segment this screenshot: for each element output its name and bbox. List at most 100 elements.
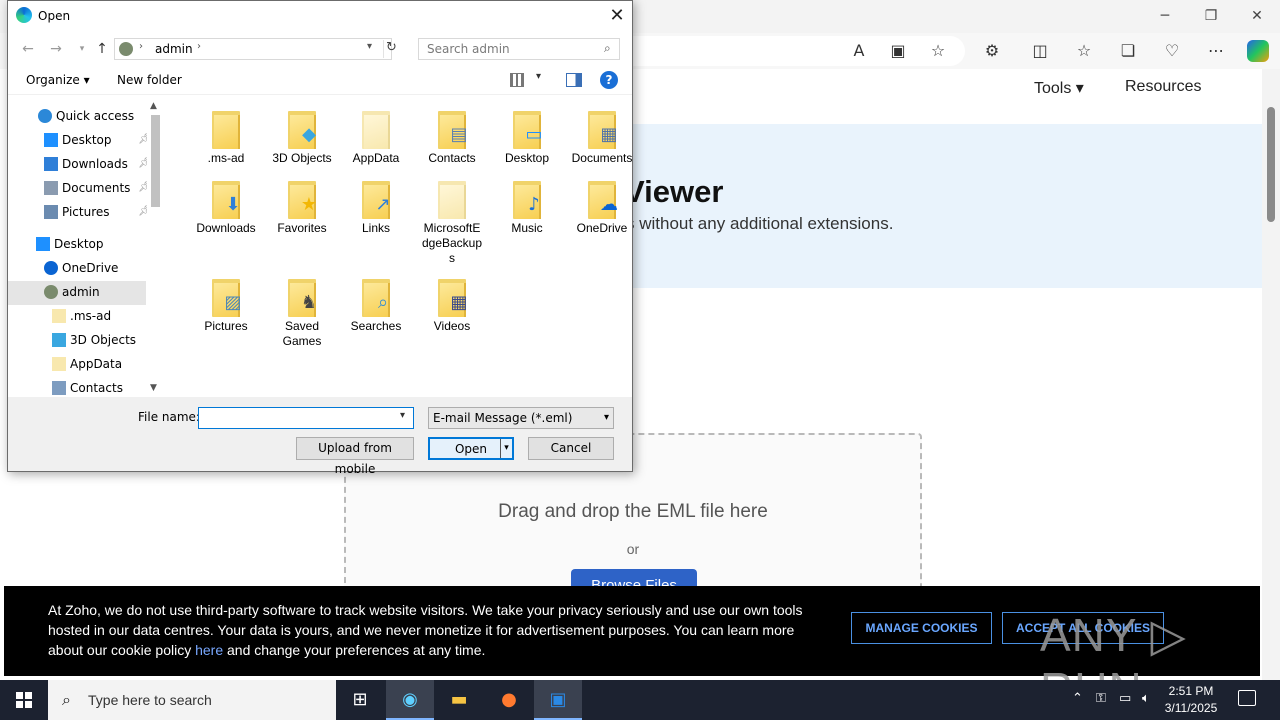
nav-scrollbar-thumb[interactable] <box>151 115 160 207</box>
open-options-dropdown-icon[interactable]: ▾ <box>500 439 512 458</box>
cancel-button[interactable]: Cancel <box>528 437 614 460</box>
favorite-star-icon[interactable]: ☆ <box>927 40 949 62</box>
restore-icon[interactable]: ❐ <box>1188 4 1234 28</box>
folder-item[interactable]: ☁ OneDrive <box>564 177 640 236</box>
dialog-nav-row: ← → ▾ ↑ › admin › ▾ ↻ Search admin ⌕ <box>8 37 632 61</box>
outlook-icon[interactable]: ▣ <box>534 680 582 720</box>
read-aloud-icon[interactable]: A <box>848 40 870 62</box>
nav-item[interactable]: Downloads 📌︎ <box>40 153 151 175</box>
taskbar-search-box[interactable]: ⌕ Type here to search <box>48 680 336 720</box>
collections-icon[interactable]: ❏ <box>1117 40 1139 62</box>
folder-item[interactable]: MicrosoftE dgeBackup s <box>414 177 490 266</box>
nav-resources[interactable]: Resources <box>1125 78 1201 96</box>
browser-essentials-icon[interactable]: ♡ <box>1161 40 1183 62</box>
extensions-icon[interactable]: ⚙ <box>981 40 1003 62</box>
nav-item-label: Contacts <box>70 381 123 395</box>
nav-item[interactable]: 3D Objects <box>48 329 146 351</box>
split-screen-icon[interactable]: ◫ <box>1029 40 1051 62</box>
folder-item[interactable]: ◆ 3D Objects <box>264 107 340 166</box>
favorites-icon[interactable]: ☆ <box>1073 40 1095 62</box>
folder-item[interactable]: AppData <box>338 107 414 166</box>
security-icon[interactable]: ⚿ <box>1096 691 1106 706</box>
task-view-icon[interactable]: ⊞ <box>336 680 384 720</box>
open-button[interactable]: Open ▾ <box>428 437 514 460</box>
nav-item[interactable]: Pictures 📌︎ <box>40 201 151 223</box>
folder-item[interactable]: ⌕ Searches <box>338 275 414 334</box>
nav-item-label: 3D Objects <box>70 333 137 347</box>
more-menu-icon[interactable]: ⋯ <box>1205 40 1227 62</box>
folder-item[interactable]: ★ Favorites <box>264 177 340 236</box>
start-button[interactable] <box>0 680 48 720</box>
file-explorer-icon[interactable]: ▬ <box>435 680 483 720</box>
scroll-down-icon[interactable]: ▼ <box>150 383 157 393</box>
breadcrumb-admin[interactable]: admin <box>155 42 193 56</box>
tray-overflow-icon[interactable]: ⌃ <box>1072 691 1083 706</box>
volume-icon[interactable]: 🔈︎ <box>1142 691 1150 706</box>
network-icon[interactable]: ▭ <box>1119 691 1131 706</box>
nav-scrollbar[interactable]: ▲ ▼ <box>147 97 164 397</box>
folder-item[interactable]: ⬇ Downloads <box>188 177 264 236</box>
folder-label: Desktop <box>504 151 550 165</box>
dialog-close-icon[interactable]: ✕ <box>604 5 630 27</box>
dialog-address-bar[interactable]: › admin › ▾ ↻ <box>114 38 397 60</box>
nav-item[interactable]: AppData <box>48 353 146 375</box>
folder-item[interactable]: ♪ Music <box>489 177 565 236</box>
folder-item[interactable]: .ms-ad <box>188 107 264 166</box>
taskbar-search-placeholder: Type here to search <box>88 692 212 708</box>
nav-item[interactable]: Quick access <box>34 105 146 127</box>
minimize-icon[interactable]: ─ <box>1142 4 1188 28</box>
firefox-icon[interactable]: ● <box>485 680 533 720</box>
system-clock[interactable]: 2:51 PM 3/11/2025 <box>1160 683 1222 717</box>
drop-zone-or: or <box>626 541 640 557</box>
file-name-input[interactable] <box>198 407 414 429</box>
view-dropdown-icon[interactable]: ▾ <box>536 71 541 82</box>
edge-taskbar-icon[interactable]: ◉ <box>386 680 434 720</box>
open-file-dialog: Open ✕ ← → ▾ ↑ › admin › ▾ ↻ Search admi… <box>7 0 633 476</box>
folder-item[interactable]: ▦ Documents <box>564 107 640 166</box>
nav-item[interactable]: admin <box>40 281 146 303</box>
nav-item[interactable]: Desktop 📌︎ <box>40 129 151 151</box>
search-icon[interactable]: ⌕ <box>604 41 611 56</box>
nav-item[interactable]: .ms-ad <box>48 305 146 327</box>
hero-banner: Viewer s without any additional extensio… <box>620 124 1262 288</box>
address-dropdown-icon[interactable]: ▾ <box>367 41 372 52</box>
up-arrow-icon[interactable]: ↑ <box>92 39 112 59</box>
organize-button[interactable]: Organize ▾ <box>26 73 90 87</box>
folder-item[interactable]: ▭ Desktop <box>489 107 565 166</box>
folder-item[interactable]: ▦ Videos <box>414 275 490 334</box>
file-name-dropdown-icon[interactable]: ▾ <box>400 410 405 421</box>
breadcrumb-chevron-icon[interactable]: › <box>139 41 143 52</box>
folder-item[interactable]: ♞ Saved Games <box>264 275 340 349</box>
refresh-icon[interactable]: ↻ <box>383 40 399 58</box>
folder-icon: ★ <box>282 177 322 221</box>
nav-item[interactable]: Documents 📌︎ <box>40 177 151 199</box>
notification-icon[interactable] <box>1238 690 1256 706</box>
immersive-reader-icon[interactable]: ▣ <box>887 40 909 62</box>
forward-arrow-icon[interactable]: → <box>46 39 66 59</box>
manage-cookies-button[interactable]: MANAGE COOKIES <box>851 612 992 644</box>
folder-item[interactable]: ↗ Links <box>338 177 414 236</box>
nav-item[interactable]: OneDrive <box>40 257 146 279</box>
change-view-icon[interactable] <box>510 73 524 87</box>
nav-tools[interactable]: Tools ▾ <box>1034 78 1084 98</box>
back-arrow-icon[interactable]: ← <box>18 39 38 59</box>
file-type-dropdown-icon[interactable]: ▾ <box>604 408 609 428</box>
file-type-select[interactable]: E-mail Message (*.eml) ▾ <box>428 407 614 429</box>
recent-locations-icon[interactable]: ▾ <box>72 39 92 59</box>
preview-pane-icon[interactable] <box>566 73 582 87</box>
close-icon[interactable]: ✕ <box>1234 4 1280 28</box>
cookie-policy-link[interactable]: here <box>195 642 223 658</box>
copilot-icon[interactable] <box>1247 40 1269 62</box>
help-icon[interactable]: ? <box>600 71 618 89</box>
upload-from-mobile-button[interactable]: Upload from mobile <box>296 437 414 476</box>
scroll-up-icon[interactable]: ▲ <box>150 101 157 111</box>
nav-item[interactable]: Contacts <box>48 377 146 397</box>
page-scrollbar[interactable] <box>1262 69 1280 680</box>
new-folder-button[interactable]: New folder <box>117 73 182 87</box>
folder-item[interactable]: ▨ Pictures <box>188 275 264 334</box>
page-scrollbar-thumb[interactable] <box>1267 107 1275 222</box>
folder-item[interactable]: ▤ Contacts <box>414 107 490 166</box>
breadcrumb-chevron-icon[interactable]: › <box>197 41 201 52</box>
nav-item[interactable]: Desktop <box>32 233 146 255</box>
dialog-search-input[interactable]: Search admin <box>418 38 620 60</box>
